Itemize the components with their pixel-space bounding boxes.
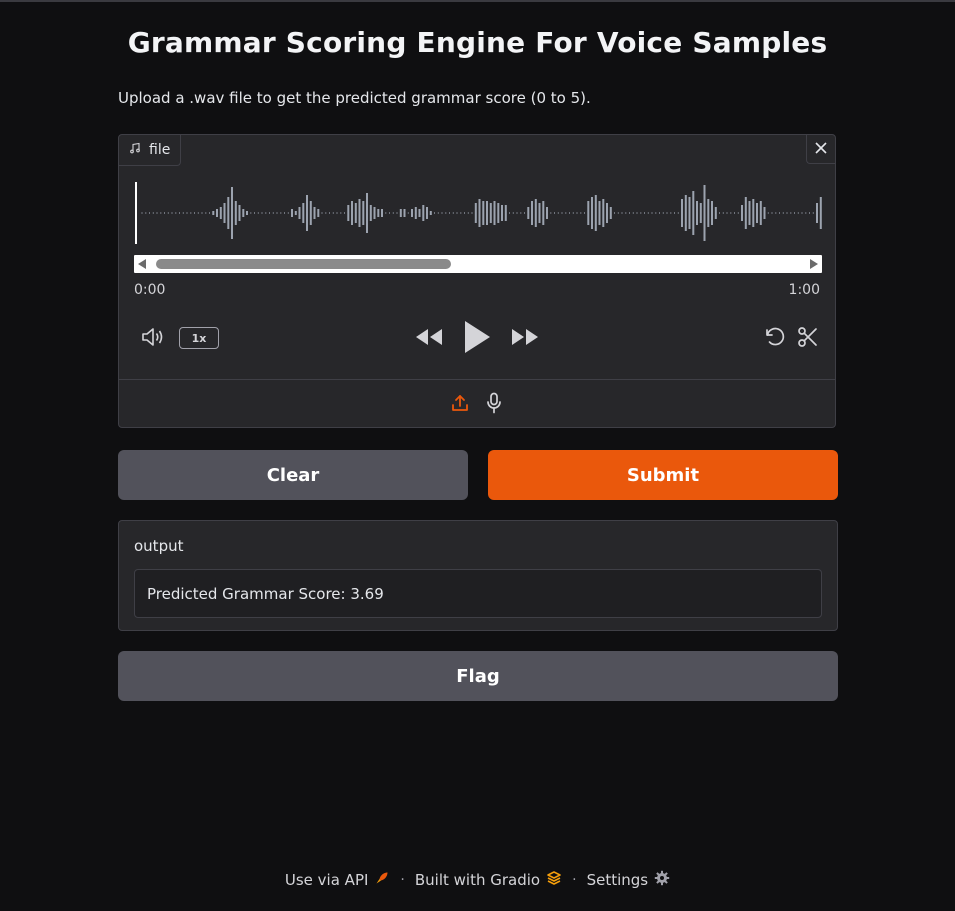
clear-button[interactable]: Clear bbox=[118, 450, 468, 500]
api-link-label: Use via API bbox=[284, 871, 369, 889]
total-duration: 1:00 bbox=[788, 282, 820, 298]
current-time: 0:00 bbox=[134, 282, 166, 298]
settings-link[interactable]: Settings bbox=[587, 870, 671, 890]
scroll-left-arrow[interactable] bbox=[138, 259, 146, 269]
trim-button[interactable] bbox=[795, 327, 821, 351]
fast-forward-button[interactable] bbox=[509, 325, 541, 353]
gradio-link[interactable]: Built with Gradio bbox=[415, 870, 562, 890]
output-label: output bbox=[134, 537, 184, 555]
output-value: Predicted Grammar Score: 3.69 bbox=[147, 584, 384, 603]
gradio-logo-icon bbox=[546, 870, 562, 890]
audio-label-tag: file bbox=[119, 135, 182, 166]
submit-button[interactable]: Submit bbox=[488, 450, 838, 500]
clear-audio-button[interactable] bbox=[806, 135, 835, 164]
volume-button[interactable] bbox=[139, 327, 167, 351]
play-button[interactable] bbox=[459, 321, 495, 357]
undo-icon bbox=[763, 325, 787, 353]
waveform-display[interactable] bbox=[134, 180, 824, 246]
upload-icon bbox=[450, 393, 470, 417]
footer-separator: · bbox=[400, 872, 405, 888]
flag-button[interactable]: Flag bbox=[118, 651, 838, 701]
footer: Use via API · Built with Gradio · Settin… bbox=[0, 870, 955, 890]
audio-source-selector bbox=[119, 390, 835, 420]
page-title: Grammar Scoring Engine For Voice Samples bbox=[127, 26, 828, 59]
rewind-button[interactable] bbox=[413, 325, 445, 353]
settings-link-label: Settings bbox=[586, 871, 649, 889]
close-icon bbox=[814, 140, 828, 159]
upload-source-button[interactable] bbox=[449, 394, 471, 416]
output-panel: output Predicted Grammar Score: 3.69 bbox=[118, 520, 838, 631]
api-link[interactable]: Use via API bbox=[285, 870, 391, 890]
scissors-icon bbox=[796, 325, 820, 353]
audio-label-text: file bbox=[149, 142, 171, 158]
scroll-right-arrow[interactable] bbox=[810, 259, 818, 269]
page-description: Upload a .wav file to get the predicted … bbox=[118, 89, 591, 107]
waveform-scrollbar[interactable] bbox=[134, 255, 822, 273]
gear-icon bbox=[654, 870, 670, 890]
rocket-icon bbox=[374, 870, 390, 890]
music-note-icon bbox=[129, 142, 141, 158]
window-top-border bbox=[0, 0, 955, 2]
scrollbar-thumb[interactable] bbox=[156, 259, 451, 269]
volume-icon bbox=[140, 326, 166, 352]
play-icon bbox=[463, 320, 491, 358]
microphone-source-button[interactable] bbox=[483, 392, 505, 418]
app-page: Grammar Scoring Engine For Voice Samples… bbox=[0, 0, 955, 911]
footer-separator: · bbox=[572, 872, 577, 888]
panel-divider bbox=[119, 379, 835, 380]
reset-button[interactable] bbox=[762, 327, 788, 351]
gradio-link-label: Built with Gradio bbox=[414, 871, 541, 889]
output-textbox[interactable]: Predicted Grammar Score: 3.69 bbox=[134, 569, 822, 618]
audio-input-panel: file 0:00 1:00 1x bbox=[118, 134, 836, 428]
playback-controls: 1x bbox=[119, 321, 835, 357]
rewind-icon bbox=[414, 327, 444, 351]
microphone-icon bbox=[484, 392, 504, 418]
playback-speed-button[interactable]: 1x bbox=[179, 327, 219, 349]
fast-forward-icon bbox=[510, 327, 540, 351]
